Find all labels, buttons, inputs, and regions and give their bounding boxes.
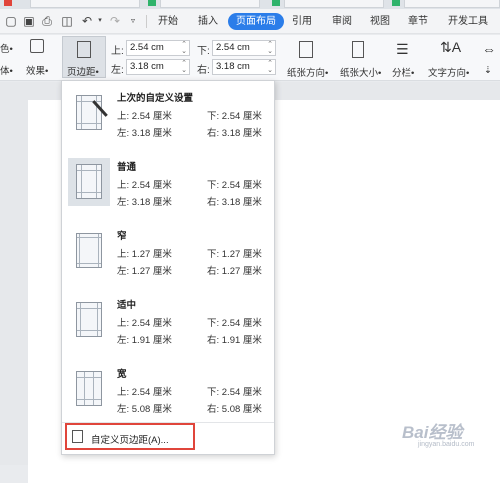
preset-right: 右: 3.18 厘米 — [207, 197, 262, 208]
separator — [146, 15, 147, 28]
export-icon[interactable]: ▣ — [22, 14, 36, 28]
preset-left: 左: 1.27 厘米 — [117, 266, 172, 277]
tab-icon — [392, 0, 400, 6]
orientation-icon — [299, 41, 313, 58]
print-icon[interactable]: ⎙ — [40, 14, 54, 28]
bottom-margin-field[interactable]: 2.54 cm ⌃ ⌄ — [212, 40, 276, 56]
margins-icon — [77, 41, 91, 58]
tab-developer-tools[interactable]: 开发工具 — [446, 13, 490, 30]
tab-page-layout[interactable]: 页面布局 — [228, 13, 284, 30]
watermark-logo: Bai经验 — [402, 423, 463, 442]
preset-thumbnail — [68, 365, 110, 413]
bottom-margin-label: 下: — [197, 46, 210, 57]
preset-right: 右: 1.91 厘米 — [207, 335, 262, 346]
preset-bottom: 下: 2.54 厘米 — [207, 180, 262, 191]
preset-thumbnail — [68, 158, 110, 206]
orientation-button[interactable]: 纸张方向• — [287, 65, 328, 79]
columns-icon: ☰ — [396, 41, 409, 57]
preset-right: 右: 1.27 厘米 — [207, 266, 262, 277]
watermark-url: jingyan.baidu.com — [418, 441, 475, 448]
custom-margins-button[interactable]: 自定义页边距(A)... — [65, 423, 195, 450]
preset-left: 左: 5.08 厘米 — [117, 404, 172, 415]
document-tab[interactable] — [30, 0, 140, 8]
tab-start[interactable]: 开始 — [156, 13, 180, 30]
right-margin-field[interactable]: 3.18 cm ⌃ ⌄ — [212, 59, 276, 75]
undo-icon[interactable]: ↶ — [80, 14, 94, 28]
ribbon-page-layout: 色• 体• 效果• 页边距• 上: 2.54 cm ⌃ ⌄ 下: 2.54 cm ⌃ ⌄… — [0, 35, 500, 81]
paper-size-icon — [352, 41, 364, 58]
margin-preset-moderate[interactable]: 适中 上: 2.54 厘米 下: 2.54 厘米 左: 1.91 厘米 右: 1… — [64, 288, 272, 356]
preset-left: 左: 3.18 厘米 — [117, 197, 172, 208]
left-margin-field[interactable]: 3.18 cm ⌃ ⌄ — [126, 59, 190, 75]
tab-references[interactable]: 引用 — [290, 13, 314, 30]
preset-top: 上: 2.54 厘米 — [117, 180, 172, 191]
customize-toolbar-icon[interactable]: ▿ — [126, 14, 140, 28]
preset-left: 左: 3.18 厘米 — [117, 128, 172, 139]
preset-name: 窄 — [117, 231, 127, 242]
left-margin-label: 左: — [111, 65, 124, 76]
tab-icon — [272, 0, 280, 6]
line-numbers-icon: ⇔ — [482, 41, 496, 57]
preset-top: 上: 2.54 厘米 — [117, 318, 172, 329]
tab-icon — [4, 0, 12, 6]
effects-button[interactable]: 效果• — [26, 63, 48, 77]
margin-preset-wide[interactable]: 宽 上: 2.54 厘米 下: 2.54 厘米 左: 5.08 厘米 右: 5.… — [64, 357, 272, 425]
theme-font-button[interactable]: 体• — [0, 63, 13, 77]
document-tab[interactable] — [160, 0, 260, 8]
preset-name: 上次的自定义设置 — [117, 93, 194, 104]
document-tab-strip — [0, 0, 500, 9]
margins-label: 页边距• — [67, 67, 99, 78]
tab-icon — [148, 0, 156, 6]
text-direction-icon: ⇅A — [440, 39, 462, 55]
paper-size-button[interactable]: 纸张大小• — [340, 65, 381, 79]
margins-dropdown: 上次的自定义设置 上: 2.54 厘米 下: 2.54 厘米 左: 3.18 厘… — [61, 80, 275, 455]
print-preview-icon[interactable]: ◫ — [60, 14, 74, 28]
preset-name: 适中 — [117, 300, 137, 311]
preset-left: 左: 1.91 厘米 — [117, 335, 172, 346]
preset-bottom: 下: 2.54 厘米 — [207, 318, 262, 329]
margin-preset-last-custom[interactable]: 上次的自定义设置 上: 2.54 厘米 下: 2.54 厘米 左: 3.18 厘… — [64, 81, 272, 149]
top-margin-label: 上: — [111, 46, 124, 57]
tab-insert[interactable]: 插入 — [196, 13, 220, 30]
tab-view[interactable]: 视图 — [368, 13, 392, 30]
effects-icon — [30, 39, 44, 53]
preset-top: 上: 2.54 厘米 — [117, 387, 172, 398]
preset-bottom: 下: 1.27 厘米 — [207, 249, 262, 260]
theme-color-button[interactable]: 色• — [0, 41, 13, 55]
preset-bottom: 下: 2.54 厘米 — [207, 387, 262, 398]
preset-right: 右: 5.08 厘米 — [207, 404, 262, 415]
tab-chapter[interactable]: 章节 — [406, 13, 430, 30]
preset-name: 普通 — [117, 162, 137, 173]
redo-icon[interactable]: ↷ — [108, 14, 122, 28]
text-direction-button[interactable]: 文字方向• — [428, 65, 469, 79]
undo-dropdown-icon[interactable]: ▾ — [93, 14, 107, 28]
right-margin-label: 右: — [197, 65, 210, 76]
preset-thumbnail — [68, 89, 110, 137]
columns-button[interactable]: 分栏• — [392, 65, 414, 79]
document-tab[interactable] — [284, 0, 384, 8]
margins-button[interactable]: 页边距• — [62, 36, 106, 78]
margin-preset-narrow[interactable]: 窄 上: 1.27 厘米 下: 1.27 厘米 左: 1.27 厘米 右: 1.… — [64, 219, 272, 287]
preset-thumbnail — [68, 227, 110, 275]
custom-margins-icon — [72, 430, 83, 443]
save-icon[interactable]: ▢ — [4, 14, 18, 28]
top-margin-field[interactable]: 2.54 cm ⌃ ⌄ — [126, 40, 190, 56]
preset-bottom: 下: 2.54 厘米 — [207, 111, 262, 122]
preset-right: 右: 3.18 厘米 — [207, 128, 262, 139]
margin-preset-normal[interactable]: 普通 上: 2.54 厘米 下: 2.54 厘米 左: 3.18 厘米 右: 3… — [64, 150, 272, 218]
preset-name: 宽 — [117, 369, 127, 380]
menu-bar: ▢ ▣ ⎙ ◫ ↶ ▾ ↷ ▿ 开始 插入 页面布局 引用 审阅 视图 章节 开… — [0, 9, 500, 34]
preset-top: 上: 2.54 厘米 — [117, 111, 172, 122]
line-numbers-button[interactable]: ⇣ — [484, 65, 492, 76]
preset-top: 上: 1.27 厘米 — [117, 249, 172, 260]
preset-thumbnail — [68, 296, 110, 344]
custom-margins-label: 自定义页边距(A)... — [91, 435, 169, 446]
tab-review[interactable]: 审阅 — [330, 13, 354, 30]
document-tab[interactable] — [404, 0, 500, 8]
